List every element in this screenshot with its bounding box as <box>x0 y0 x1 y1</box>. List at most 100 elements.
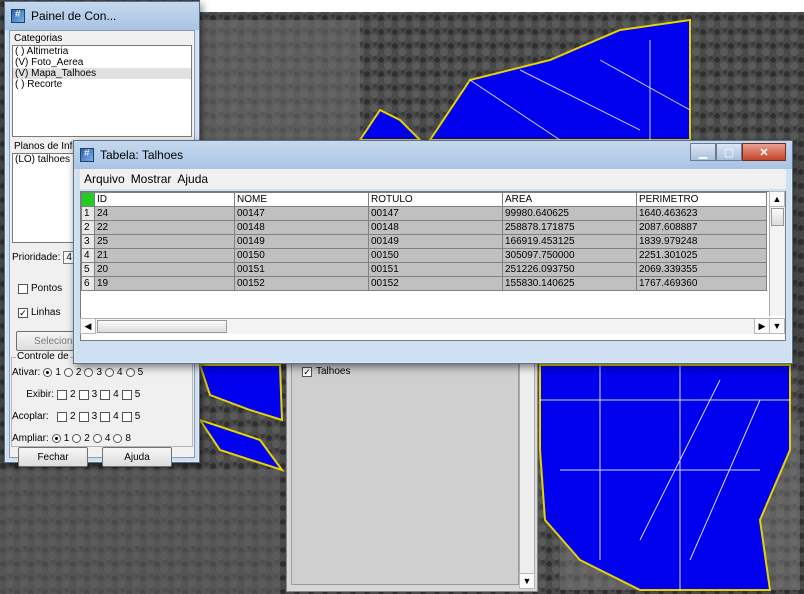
ampliar-radio[interactable] <box>51 434 61 443</box>
table-cell[interactable]: 20 <box>94 262 235 277</box>
table-cell[interactable]: 258878.171875 <box>502 220 637 235</box>
menu-ajuda[interactable]: Ajuda <box>177 172 208 186</box>
acoplar-checkbox[interactable] <box>57 411 67 422</box>
ativar-radio[interactable] <box>63 368 73 377</box>
scroll-down-icon[interactable]: ▼ <box>769 318 785 334</box>
ampliar-radio[interactable] <box>72 434 82 443</box>
table-cell[interactable]: 24 <box>94 206 235 221</box>
pontos-checkbox[interactable] <box>18 283 28 294</box>
table-cell[interactable]: 00149 <box>368 234 503 249</box>
exibir-option: 5 <box>134 389 141 400</box>
select-all-cell[interactable] <box>81 192 95 207</box>
table-cell[interactable]: 00148 <box>368 220 503 235</box>
column-header-nome[interactable]: NOME <box>234 192 369 207</box>
acoplar-checkbox[interactable] <box>78 411 89 422</box>
column-header-id[interactable]: ID <box>94 192 235 207</box>
maximize-icon[interactable]: ▢ <box>716 143 742 161</box>
ampliar-radio[interactable] <box>113 434 123 443</box>
categoria-item[interactable]: ( ) Recorte <box>13 79 191 90</box>
exibir-checkbox[interactable] <box>78 389 89 400</box>
table-cell[interactable]: 1767.469360 <box>636 276 767 291</box>
table-cell[interactable]: 2251.301025 <box>636 248 767 263</box>
table-cell[interactable]: 99980.640625 <box>502 206 637 221</box>
categoria-item[interactable]: (V) Mapa_Talhoes <box>13 68 191 79</box>
scroll-left-icon[interactable]: ◀ <box>80 318 96 334</box>
scroll-up-icon[interactable]: ▲ <box>769 191 785 207</box>
table-cell[interactable]: 00150 <box>234 248 369 263</box>
table-cell[interactable]: 00148 <box>234 220 369 235</box>
legend-checkbox[interactable]: ✓ <box>302 366 312 377</box>
ampliar-radio[interactable] <box>92 434 102 443</box>
table-vertical-scrollbar[interactable]: ▲ <box>769 191 785 316</box>
row-number-cell[interactable]: 2 <box>81 220 95 235</box>
table-cell[interactable]: 00147 <box>234 206 369 221</box>
table-row[interactable]: 4 21 00150 00150 305097.750000 2251.301025 <box>81 248 767 263</box>
ativar-radio[interactable] <box>43 368 53 377</box>
exibir-checkbox[interactable] <box>57 389 67 400</box>
table-cell[interactable]: 00151 <box>234 262 369 277</box>
table-cell[interactable]: 22 <box>94 220 235 235</box>
table-cell[interactable]: 00147 <box>368 206 503 221</box>
table-header-row: ID NOME ROTULO AREA PERIMETRO <box>81 192 767 207</box>
table-cell[interactable]: 251226.093750 <box>502 262 637 277</box>
table-cell[interactable]: 305097.750000 <box>502 248 637 263</box>
table-cell[interactable]: 155830.140625 <box>502 276 637 291</box>
row-number-cell[interactable]: 3 <box>81 234 95 249</box>
pontos-label: Pontos <box>31 283 63 294</box>
table-cell[interactable]: 00152 <box>368 276 503 291</box>
table-cell[interactable]: 00151 <box>368 262 503 277</box>
horizontal-scroll-thumb[interactable] <box>97 320 227 333</box>
table-row[interactable]: 1 24 00147 00147 99980.640625 1640.463623 <box>81 206 767 221</box>
planos-label: Planos de Info <box>14 141 78 152</box>
categoria-item[interactable]: (V) Foto_Aerea <box>13 57 191 68</box>
menu-mostrar[interactable]: Mostrar <box>131 172 172 186</box>
acoplar-checkbox[interactable] <box>121 411 132 422</box>
legend-scrollbar[interactable]: ▼ <box>519 363 535 589</box>
categorias-list[interactable]: ( ) Altimetria (V) Foto_Aerea (V) Mapa_T… <box>12 45 192 137</box>
table-horizontal-scrollbar[interactable]: ◀ ▶ <box>80 318 770 334</box>
table-row[interactable]: 3 25 00149 00149 166919.453125 1839.979248 <box>81 234 767 249</box>
painel-titlebar[interactable]: Painel de Con... <box>5 2 199 30</box>
ativar-radio[interactable] <box>125 368 135 377</box>
ativar-radio[interactable] <box>105 368 115 377</box>
minimize-icon[interactable]: ▁ <box>690 143 716 161</box>
column-header-area[interactable]: AREA <box>502 192 637 207</box>
scroll-down-icon[interactable]: ▼ <box>519 573 535 589</box>
table-cell[interactable]: 2087.608887 <box>636 220 767 235</box>
table-cell[interactable]: 21 <box>94 248 235 263</box>
table-cell[interactable]: 1839.979248 <box>636 234 767 249</box>
ativar-radio[interactable] <box>84 368 94 377</box>
column-header-perimetro[interactable]: PERIMETRO <box>636 192 767 207</box>
exibir-checkbox[interactable] <box>100 389 111 400</box>
table-cell[interactable]: 1640.463623 <box>636 206 767 221</box>
table-row[interactable]: 2 22 00148 00148 258878.171875 2087.608887 <box>81 220 767 235</box>
exibir-checkbox[interactable] <box>121 389 132 400</box>
vertical-scroll-thumb[interactable] <box>771 208 784 226</box>
row-number-cell[interactable]: 4 <box>81 248 95 263</box>
exibir-option: 4 <box>113 389 119 400</box>
linhas-checkbox[interactable]: ✓ <box>18 307 28 318</box>
categoria-item[interactable]: ( ) Altimetria <box>13 46 191 57</box>
attribute-table: ID NOME ROTULO AREA PERIMETRO 1 24 00147 00… <box>80 191 786 341</box>
table-cell[interactable]: 00152 <box>234 276 369 291</box>
table-row[interactable]: 6 19 00152 00152 155830.140625 1767.469360 <box>81 276 767 291</box>
menu-arquivo[interactable]: Arquivo <box>84 172 125 186</box>
acoplar-checkbox[interactable] <box>100 411 111 422</box>
table-cell[interactable]: 2069.339355 <box>636 262 767 277</box>
table-cell[interactable]: 19 <box>94 276 235 291</box>
row-number-cell[interactable]: 5 <box>81 262 95 277</box>
table-cell[interactable]: 166919.453125 <box>502 234 637 249</box>
linhas-label: Linhas <box>31 307 61 318</box>
fechar-button[interactable]: Fechar <box>18 447 88 467</box>
ajuda-button[interactable]: Ajuda <box>102 447 172 467</box>
table-cell[interactable]: 00150 <box>368 248 503 263</box>
column-header-rotulo[interactable]: ROTULO <box>368 192 503 207</box>
scroll-right-icon[interactable]: ▶ <box>754 318 770 334</box>
row-number-cell[interactable]: 1 <box>81 206 95 221</box>
table-cell[interactable]: 00149 <box>234 234 369 249</box>
table-row[interactable]: 5 20 00151 00151 251226.093750 2069.339355 <box>81 262 767 277</box>
row-number-cell[interactable]: 6 <box>81 276 95 291</box>
close-icon[interactable]: ✕ <box>742 143 786 161</box>
table-cell[interactable]: 25 <box>94 234 235 249</box>
tabela-titlebar[interactable]: Tabela: Talhoes ▁ ▢ ✕ <box>74 141 792 169</box>
